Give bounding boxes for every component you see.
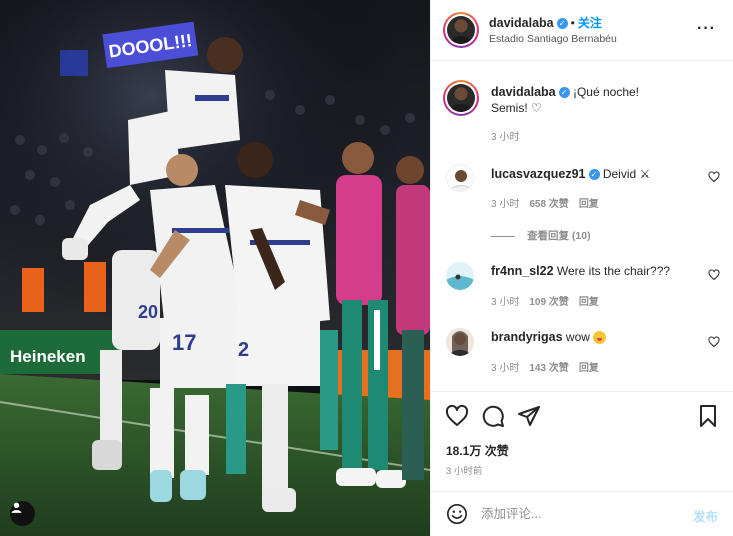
comment-meta: 3 小时 109 次赞 回复 xyxy=(491,293,609,308)
user-tag-icon[interactable] xyxy=(10,501,35,526)
comment-likes[interactable]: 109 次赞 xyxy=(529,297,568,308)
comment-item: fr4nn_sl22 Were its the chair??? 3 小时 109… xyxy=(431,262,733,322)
post-dialog: DOOOL!!! Heineken 17 20 2 davidalaba ✓ •… xyxy=(0,0,733,536)
heart-icon[interactable] xyxy=(445,404,469,428)
comment-like-icon[interactable] xyxy=(708,171,720,183)
celebration-photo: DOOOL!!! Heineken 17 20 2 xyxy=(0,0,430,536)
header-user-row: davidalaba ✓ • 关注 xyxy=(489,16,602,30)
caption-username[interactable]: davidalaba xyxy=(491,85,556,99)
caption-line1: ¡Qué noche! xyxy=(572,85,640,99)
bookmark-icon[interactable] xyxy=(696,404,720,428)
reply-button[interactable]: 回复 xyxy=(579,297,599,308)
comment-time: 3 小时 xyxy=(491,199,520,210)
share-icon[interactable] xyxy=(517,404,541,428)
post-time: 3 小时前 xyxy=(446,466,483,477)
comment-likes[interactable]: 143 次赞 xyxy=(529,363,568,374)
verified-badge-icon: ✓ xyxy=(558,87,570,99)
likes-count[interactable]: 18.1万 次赞 xyxy=(446,442,509,459)
add-comment-bar: 发布 xyxy=(431,491,733,536)
crossed-swords-emoji: ⚔ xyxy=(639,167,651,181)
comment-like-icon[interactable] xyxy=(708,336,720,348)
header-username[interactable]: davidalaba xyxy=(489,16,554,30)
comment-avatar[interactable] xyxy=(446,164,474,192)
comment-input[interactable] xyxy=(481,501,671,527)
verified-badge-icon: ✓ xyxy=(556,18,568,30)
comment-avatar[interactable] xyxy=(446,262,474,290)
caption-text: davidalaba ✓ ¡Qué noche! Semis! ♡ xyxy=(491,84,700,116)
comment-body: Deivid xyxy=(602,167,637,181)
comment-body: Were its the chair??? xyxy=(556,264,671,278)
comment-likes[interactable]: 658 次赞 xyxy=(529,199,568,210)
more-options-icon[interactable]: ··· xyxy=(697,20,716,38)
comment-body: wow xyxy=(565,330,590,344)
comment-time: 3 小时 xyxy=(491,297,520,308)
sponsor-board: Heineken xyxy=(10,347,86,366)
reply-button[interactable]: 回复 xyxy=(579,199,599,210)
action-bar: 18.1万 次赞 3 小时前 xyxy=(431,391,733,491)
caption-time: 3 小时 xyxy=(491,132,520,143)
follow-button[interactable]: 关注 xyxy=(578,16,602,30)
avatar[interactable] xyxy=(443,12,479,48)
svg-text:17: 17 xyxy=(172,330,196,355)
caption: davidalaba ✓ ¡Qué noche! Semis! ♡ 3 小时 xyxy=(431,76,733,146)
caption-meta: 3 小时 xyxy=(491,128,529,143)
post-header: davidalaba ✓ • 关注 Estadio Santiago Bernabéu… xyxy=(431,0,733,61)
caption-avatar[interactable] xyxy=(443,80,479,116)
emoji-icon[interactable] xyxy=(446,503,468,525)
comment-meta: 3 小时 658 次赞 回复 xyxy=(491,195,609,210)
svg-text:20: 20 xyxy=(138,302,158,322)
comment-item: brandyrigas wow 3 小时 143 次赞 回复 xyxy=(431,327,733,387)
comment-username[interactable]: lucasvazquez91 xyxy=(491,167,586,181)
post-side-panel: davidalaba ✓ • 关注 Estadio Santiago Bernabéu… xyxy=(430,0,733,536)
comment-avatar[interactable] xyxy=(446,328,474,356)
comment-username[interactable]: fr4nn_sl22 xyxy=(491,264,554,278)
verified-badge-icon: ✓ xyxy=(588,169,600,181)
svg-text:2: 2 xyxy=(238,339,249,361)
post-comment-button[interactable]: 发布 xyxy=(693,506,718,525)
view-replies-label: 查看回复 (10) xyxy=(527,230,591,242)
caption-line2: Semis! ♡ xyxy=(491,101,542,115)
comment-item: lucasvazquez91 ✓ Deivid ⚔ 3 小时 658 次赞 回复 查看… xyxy=(431,162,733,252)
comment-time: 3 小时 xyxy=(491,363,520,374)
reply-button[interactable]: 回复 xyxy=(579,363,599,374)
comment-text: fr4nn_sl22 Were its the chair??? xyxy=(491,263,700,279)
comment-text: brandyrigas wow xyxy=(491,329,700,345)
view-replies-button[interactable]: 查看回复 (10) xyxy=(491,228,591,243)
location-link[interactable]: Estadio Santiago Bernabéu xyxy=(489,33,617,45)
savoring-food-emoji xyxy=(593,331,607,345)
comment-icon[interactable] xyxy=(481,404,505,428)
post-photo[interactable]: DOOOL!!! Heineken 17 20 2 xyxy=(0,0,430,536)
comment-username[interactable]: brandyrigas xyxy=(491,330,563,344)
comment-like-icon[interactable] xyxy=(708,269,720,281)
comment-meta: 3 小时 143 次赞 回复 xyxy=(491,359,609,374)
comment-text: lucasvazquez91 ✓ Deivid ⚔ xyxy=(491,166,700,182)
